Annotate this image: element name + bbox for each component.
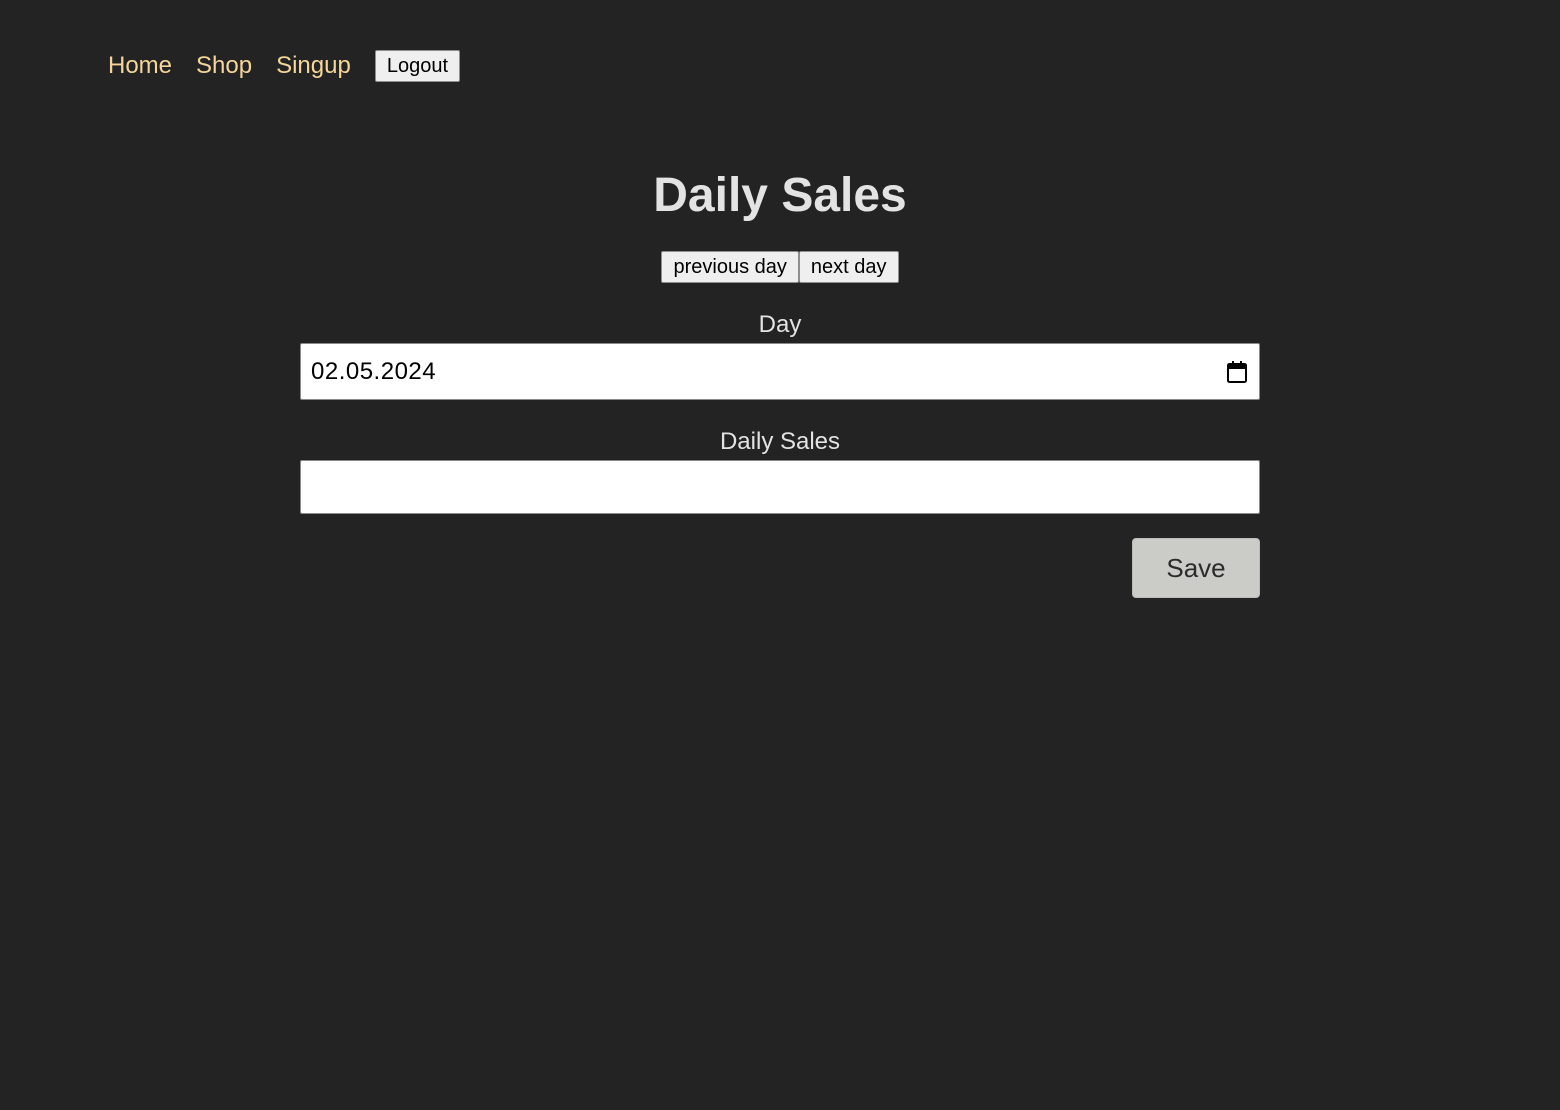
nav-link-shop[interactable]: Shop (196, 50, 252, 82)
nav-link-signup[interactable]: Singup (276, 50, 351, 82)
daily-sales-input[interactable] (300, 460, 1260, 514)
day-label: Day (758, 311, 802, 338)
day-date-input[interactable]: 02.05.2024 (300, 343, 1260, 400)
next-day-button[interactable]: next day (798, 251, 899, 283)
logout-button[interactable]: Logout (374, 50, 460, 82)
save-button[interactable]: Save (1132, 538, 1260, 598)
previous-day-button[interactable]: previous day (661, 251, 799, 283)
day-date-value[interactable]: 02.05.2024 (311, 358, 436, 386)
calendar-icon[interactable] (1227, 360, 1247, 383)
nav-link-home[interactable]: Home (108, 50, 172, 82)
page-title: Daily Sales (653, 169, 907, 222)
top-navigation: Home Shop Singup Logout (108, 50, 460, 82)
calendar-icon-graphic (1227, 360, 1247, 383)
daily-sales-label: Daily Sales (719, 428, 841, 455)
day-navigation: previous day next day (0, 251, 1560, 283)
